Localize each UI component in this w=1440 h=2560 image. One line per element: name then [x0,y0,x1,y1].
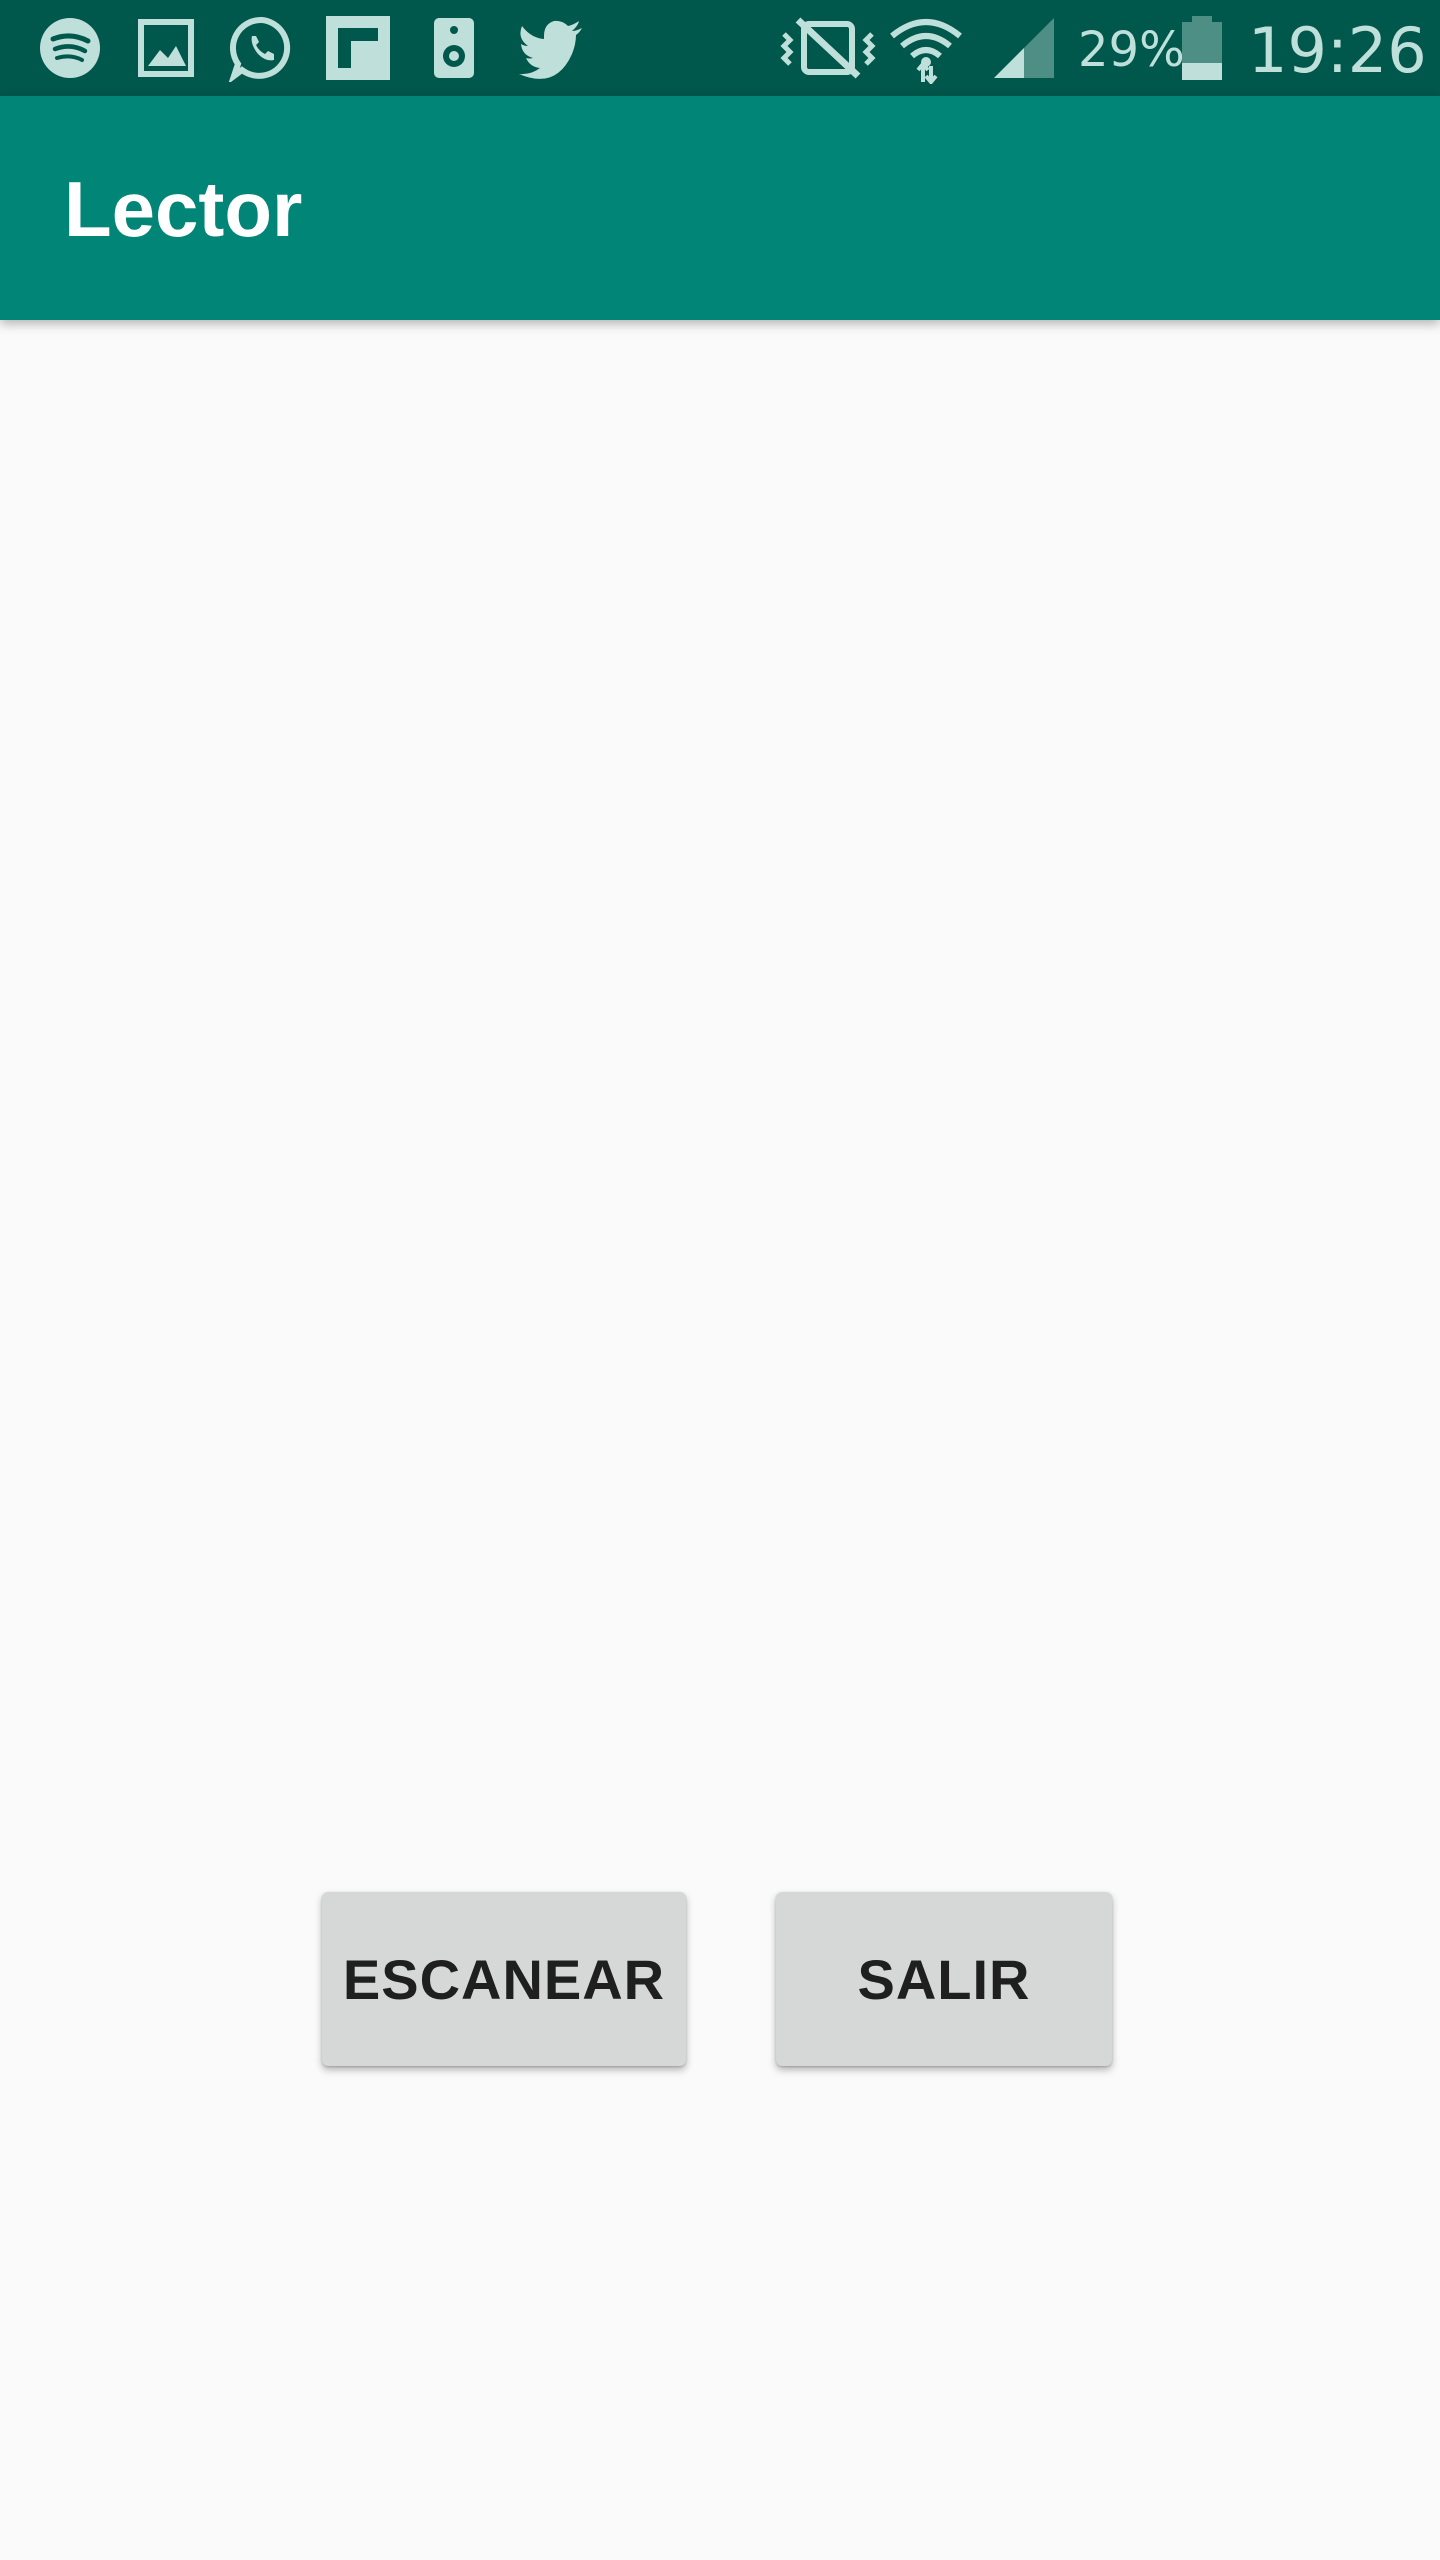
twitter-icon [516,14,584,82]
app-title: Lector [64,165,303,253]
clock-time: 19:26 [1248,14,1427,87]
signal-icon [990,14,1058,82]
wifi-icon [890,14,962,84]
whatsapp-icon [228,14,296,82]
gallery-icon [138,14,194,82]
vibrate-mute-icon [780,14,876,82]
speaker-icon [432,14,476,82]
app-bar: Lector [0,96,1440,320]
exit-button[interactable]: SALIR [776,1892,1112,2066]
main-content: ESCANEAR SALIR [0,320,1440,2560]
spotify-icon [38,14,102,82]
scan-button[interactable]: ESCANEAR [322,1892,686,2066]
battery-icon [1180,14,1224,82]
battery-percent: 29% [1078,22,1185,78]
flipboard-icon [324,14,392,82]
status-bar: 29% 19:26 [0,0,1440,96]
